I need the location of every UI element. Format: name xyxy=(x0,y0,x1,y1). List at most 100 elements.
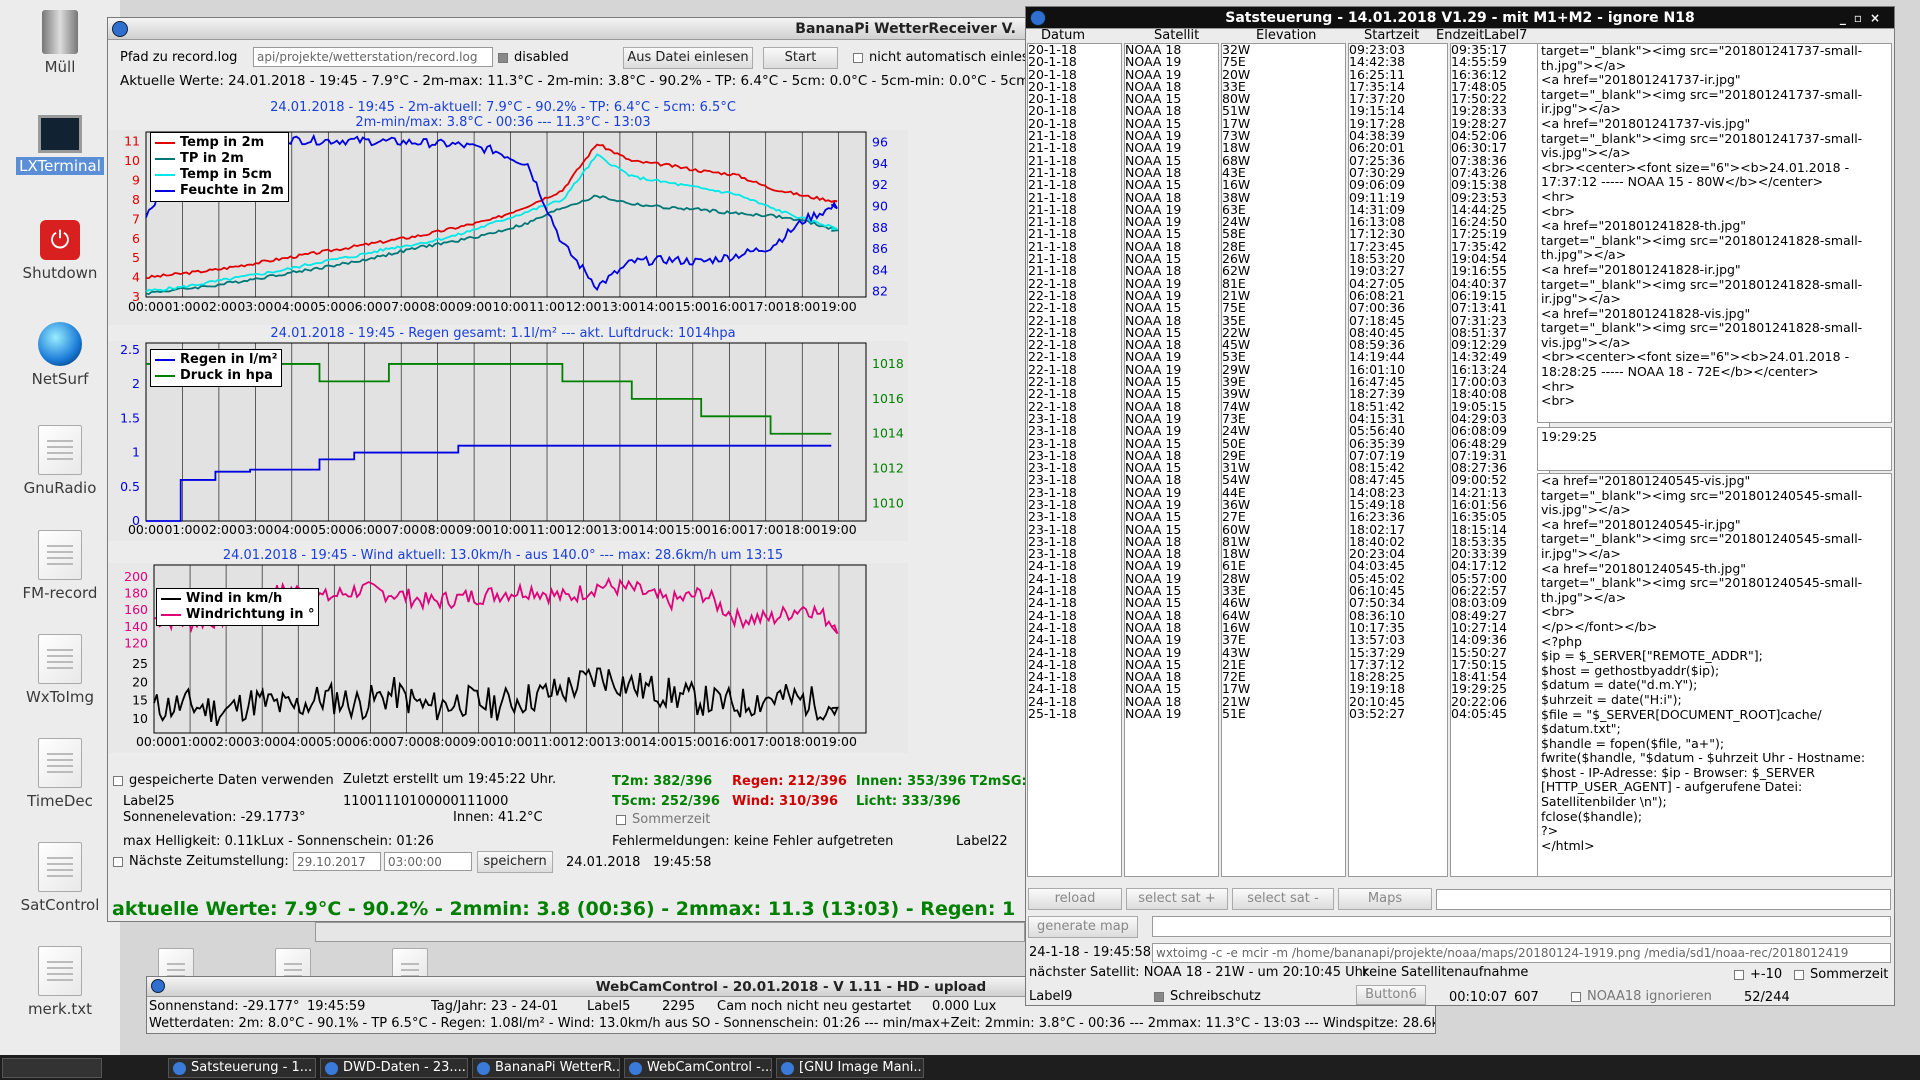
table-cell[interactable]: 74W xyxy=(1222,401,1345,413)
table-cell[interactable]: 21-1-18 xyxy=(1028,179,1121,191)
table-cell[interactable]: 07:00:36 xyxy=(1349,302,1447,314)
table-cell[interactable]: 04:29:03 xyxy=(1451,413,1549,425)
table-cell[interactable]: 17:12:30 xyxy=(1349,228,1447,240)
table-cell[interactable]: 22-1-18 xyxy=(1028,339,1121,351)
table-cell[interactable]: 09:23:03 xyxy=(1349,44,1447,56)
table-cell[interactable]: 08:15:42 xyxy=(1349,462,1447,474)
table-cell[interactable]: 37E xyxy=(1222,634,1345,646)
desktop-icon-lxterminal[interactable]: LXTerminal xyxy=(8,115,112,175)
desktop-icon-wxtoimg[interactable]: WxToImg xyxy=(8,634,112,706)
table-cell[interactable]: NOAA 19 xyxy=(1125,204,1218,216)
save-button[interactable]: speichern xyxy=(477,851,553,873)
table-cell[interactable]: 23-1-18 xyxy=(1028,487,1121,499)
table-cell[interactable]: NOAA 19 xyxy=(1125,487,1218,499)
table-cell[interactable]: 26W xyxy=(1222,253,1345,265)
table-cell[interactable]: 18:41:54 xyxy=(1451,671,1549,683)
table-cell[interactable]: NOAA 19 xyxy=(1125,56,1218,68)
table-cell[interactable]: 18W xyxy=(1222,142,1345,154)
table-cell[interactable]: 19:17:28 xyxy=(1349,118,1447,130)
table-cell[interactable]: 21-1-18 xyxy=(1028,216,1121,228)
generate-map-button[interactable]: generate map xyxy=(1028,916,1138,938)
table-cell[interactable]: 44E xyxy=(1222,487,1345,499)
table-cell[interactable]: 15:37:29 xyxy=(1349,647,1447,659)
sat-list-startzeit[interactable]: 09:23:03 14:42:38 16:25:11 17:35:14 17:37:20… xyxy=(1348,43,1448,877)
table-cell[interactable]: NOAA 18 xyxy=(1125,610,1218,622)
table-cell[interactable]: 45W xyxy=(1222,339,1345,351)
table-cell[interactable]: 18:02:17 xyxy=(1349,524,1447,536)
file-icon[interactable] xyxy=(392,948,428,985)
table-cell[interactable]: 50E xyxy=(1222,438,1345,450)
table-cell[interactable]: NOAA 18 xyxy=(1125,536,1218,548)
table-cell[interactable]: NOAA 19 xyxy=(1125,278,1218,290)
table-cell[interactable]: 22-1-18 xyxy=(1028,364,1121,376)
table-cell[interactable]: 22-1-18 xyxy=(1028,290,1121,302)
weather-titlebar[interactable]: BananaPi WetterReceiver V. xyxy=(108,18,1026,40)
table-cell[interactable]: 19:29:25 xyxy=(1451,683,1549,695)
table-cell[interactable]: NOAA 15 xyxy=(1125,585,1218,597)
desktop-icon-fmrecord[interactable]: FM-record xyxy=(8,530,112,602)
table-cell[interactable]: 18:53:20 xyxy=(1349,253,1447,265)
table-cell[interactable]: 20-1-18 xyxy=(1028,44,1121,56)
table-cell[interactable]: 24-1-18 xyxy=(1028,597,1121,609)
table-cell[interactable]: NOAA 19 xyxy=(1125,216,1218,228)
table-cell[interactable]: NOAA 15 xyxy=(1125,462,1218,474)
table-cell[interactable]: 17:35:14 xyxy=(1349,81,1447,93)
table-cell[interactable]: NOAA 19 xyxy=(1125,130,1218,142)
col-startzeit[interactable]: Startzeit xyxy=(1364,29,1419,42)
table-cell[interactable]: 08:36:10 xyxy=(1349,610,1447,622)
table-cell[interactable]: 07:07:19 xyxy=(1349,450,1447,462)
table-cell[interactable]: 43W xyxy=(1222,647,1345,659)
table-cell[interactable]: 20:33:39 xyxy=(1451,548,1549,560)
table-cell[interactable]: 21W xyxy=(1222,290,1345,302)
table-cell[interactable]: 21-1-18 xyxy=(1028,228,1121,240)
table-cell[interactable]: 20-1-18 xyxy=(1028,56,1121,68)
table-cell[interactable]: 17:23:45 xyxy=(1349,241,1447,253)
table-cell[interactable]: 60W xyxy=(1222,524,1345,536)
table-cell[interactable]: 23-1-18 xyxy=(1028,524,1121,536)
table-cell[interactable]: 07:19:31 xyxy=(1451,450,1549,462)
table-cell[interactable]: 23-1-18 xyxy=(1028,413,1121,425)
table-cell[interactable]: 16:01:10 xyxy=(1349,364,1447,376)
table-cell[interactable]: 04:05:45 xyxy=(1451,708,1549,720)
window-controls[interactable]: _▫× xyxy=(1840,7,1888,29)
table-cell[interactable]: 08:27:36 xyxy=(1451,462,1549,474)
table-cell[interactable]: 64W xyxy=(1222,610,1345,622)
table-cell[interactable]: 09:23:53 xyxy=(1451,192,1549,204)
schreibschutz-checkbox[interactable]: Schreibschutz xyxy=(1154,989,1261,1004)
table-cell[interactable]: 08:40:45 xyxy=(1349,327,1447,339)
table-cell[interactable]: 17:37:12 xyxy=(1349,659,1447,671)
table-cell[interactable]: 05:56:40 xyxy=(1349,425,1447,437)
table-cell[interactable]: NOAA 18 xyxy=(1125,81,1218,93)
table-cell[interactable]: 27E xyxy=(1222,511,1345,523)
table-cell[interactable]: 53E xyxy=(1222,351,1345,363)
table-cell[interactable]: 21W xyxy=(1222,696,1345,708)
table-cell[interactable]: 24-1-18 xyxy=(1028,659,1121,671)
table-cell[interactable]: 15:50:27 xyxy=(1451,647,1549,659)
table-cell[interactable]: 04:27:05 xyxy=(1349,278,1447,290)
table-cell[interactable]: 73E xyxy=(1222,413,1345,425)
table-cell[interactable]: 24-1-18 xyxy=(1028,696,1121,708)
table-cell[interactable]: 20-1-18 xyxy=(1028,69,1121,81)
table-cell[interactable]: 23-1-18 xyxy=(1028,450,1121,462)
table-cell[interactable]: 04:15:31 xyxy=(1349,413,1447,425)
sat-titlebar[interactable]: Satsteuerung - 14.01.2018 V1.29 - mit M1… xyxy=(1026,7,1894,29)
table-cell[interactable]: 19:05:15 xyxy=(1451,401,1549,413)
table-cell[interactable]: 23-1-18 xyxy=(1028,536,1121,548)
table-cell[interactable]: 06:08:21 xyxy=(1349,290,1447,302)
table-cell[interactable]: 21-1-18 xyxy=(1028,155,1121,167)
read-file-button[interactable]: Aus Datei einlesen xyxy=(623,47,753,69)
table-cell[interactable]: NOAA 19 xyxy=(1125,647,1218,659)
table-cell[interactable]: 81E xyxy=(1222,278,1345,290)
table-cell[interactable]: 24-1-18 xyxy=(1028,560,1121,572)
table-cell[interactable]: 20-1-18 xyxy=(1028,118,1121,130)
table-cell[interactable]: NOAA 19 xyxy=(1125,290,1218,302)
table-cell[interactable]: 08:47:45 xyxy=(1349,474,1447,486)
table-cell[interactable]: 19:28:33 xyxy=(1451,105,1549,117)
table-cell[interactable]: 17W xyxy=(1222,683,1345,695)
table-cell[interactable]: 16:13:24 xyxy=(1451,364,1549,376)
table-cell[interactable]: 20W xyxy=(1222,69,1345,81)
table-cell[interactable]: 14:19:44 xyxy=(1349,351,1447,363)
table-cell[interactable]: 33E xyxy=(1222,81,1345,93)
table-cell[interactable]: 73W xyxy=(1222,130,1345,142)
select-sat-minus-button[interactable]: select sat - xyxy=(1232,888,1334,910)
